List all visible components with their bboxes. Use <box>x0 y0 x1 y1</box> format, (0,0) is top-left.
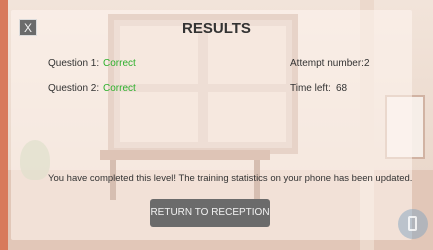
attempt-number-value: 2 <box>364 58 370 69</box>
page-title: RESULTS <box>182 20 251 37</box>
return-to-reception-button[interactable]: RETURN TO RECEPTION <box>150 199 270 227</box>
phone-icon <box>408 216 417 231</box>
question-1-label: Question 1: <box>48 58 100 69</box>
completion-message: You have completed this level! The train… <box>48 173 413 184</box>
question-1-result: Correct <box>103 58 136 69</box>
time-left-value: 68 <box>336 83 348 94</box>
question-2-label: Question 2: <box>48 83 100 94</box>
phone-button[interactable] <box>398 209 428 239</box>
time-left-label: Time left: <box>290 83 331 94</box>
question-2-result: Correct <box>103 83 136 94</box>
attempt-number-label: Attempt number: <box>290 58 364 69</box>
background-shelf <box>0 0 8 250</box>
